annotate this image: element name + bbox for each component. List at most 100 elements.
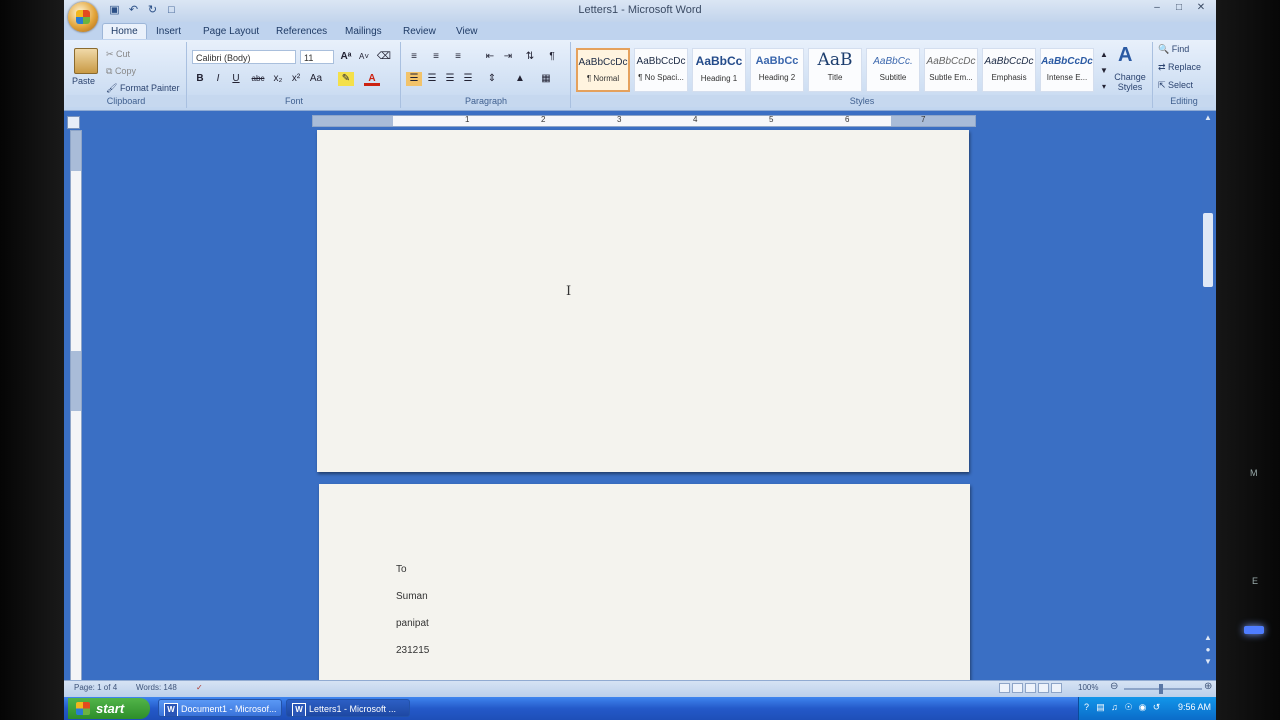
font-family-select[interactable]: Calibri (Body): [192, 50, 296, 64]
office-button[interactable]: [68, 2, 98, 32]
styles-scroll-down-icon[interactable]: ▼: [1096, 64, 1112, 78]
replace-button[interactable]: ⇄ Replace: [1158, 62, 1201, 73]
subscript-button[interactable]: x₂: [270, 72, 286, 86]
web-layout-icon[interactable]: [1025, 683, 1036, 693]
numbering-icon[interactable]: ≡: [428, 50, 444, 64]
italic-button[interactable]: I: [210, 72, 226, 86]
multilevel-list-icon[interactable]: ≡: [450, 50, 466, 64]
style-title[interactable]: AaB Title: [808, 48, 862, 92]
clear-formatting-icon[interactable]: ⌫: [376, 50, 392, 64]
style-subtle-emphasis[interactable]: AaBbCcDc Subtle Em...: [924, 48, 978, 92]
bullets-icon[interactable]: ≡: [406, 50, 422, 64]
font-size-select[interactable]: 11: [300, 50, 334, 64]
style-intense-emphasis[interactable]: AaBbCcDc Intense E...: [1040, 48, 1094, 92]
styles-more-icon[interactable]: ▾: [1096, 80, 1112, 94]
scroll-thumb[interactable]: [1203, 213, 1213, 287]
proofing-icon[interactable]: ✓: [196, 683, 203, 692]
tab-page-layout[interactable]: Page Layout: [195, 24, 267, 39]
speaker-icon[interactable]: ♫: [1109, 702, 1120, 713]
cut-button[interactable]: ✂ Cut: [106, 49, 130, 60]
style-name: Subtitle: [879, 73, 907, 82]
style-sample: AaBbCcDc: [926, 56, 976, 67]
tab-review[interactable]: Review: [395, 24, 444, 39]
paste-button[interactable]: Paste: [72, 76, 95, 86]
start-button[interactable]: start: [68, 698, 150, 719]
scroll-up-icon[interactable]: ▲: [1202, 113, 1214, 123]
full-screen-reading-icon[interactable]: [1012, 683, 1023, 693]
decrease-indent-icon[interactable]: ⇤: [482, 50, 498, 64]
style-emphasis[interactable]: AaBbCcDc Emphasis: [982, 48, 1036, 92]
paragraph-group: ≡ ≡ ≡ ⇤ ⇥ ⇅ ¶ ☰ ☰ ☰ ☰ ⇕ ▲ ▦ Paragraph: [402, 42, 571, 108]
bold-button[interactable]: B: [192, 72, 208, 86]
document-page-1[interactable]: I: [317, 130, 969, 472]
style-heading-2[interactable]: AaBbCc Heading 2: [750, 48, 804, 92]
tab-references[interactable]: References: [268, 24, 335, 39]
change-styles-button[interactable]: Change Styles: [1112, 72, 1148, 92]
select-button[interactable]: ⇱ Select: [1158, 80, 1193, 91]
select-browse-object-icon[interactable]: ●: [1202, 645, 1214, 655]
network-icon[interactable]: ▤: [1095, 702, 1106, 713]
change-styles-icon[interactable]: A: [1118, 44, 1132, 67]
security-icon[interactable]: ☉: [1123, 702, 1134, 713]
grow-font-icon[interactable]: Aᵃ: [338, 50, 354, 64]
justify-icon[interactable]: ☰: [460, 72, 476, 86]
line-spacing-icon[interactable]: ⇕: [484, 72, 500, 86]
tab-mailings[interactable]: Mailings: [337, 24, 390, 39]
update-icon[interactable]: ↺: [1151, 702, 1162, 713]
zoom-out-icon[interactable]: ⊖: [1110, 681, 1118, 692]
text-cursor-icon: I: [566, 284, 572, 299]
font-color-icon[interactable]: A: [364, 72, 380, 86]
paste-icon[interactable]: [74, 48, 98, 74]
change-case-button[interactable]: Aa: [308, 72, 324, 86]
previous-page-icon[interactable]: ▲: [1202, 633, 1214, 643]
sort-icon[interactable]: ⇅: [522, 50, 538, 64]
zoom-in-icon[interactable]: ⊕: [1204, 681, 1212, 692]
underline-button[interactable]: U: [228, 72, 244, 86]
outline-icon[interactable]: [1038, 683, 1049, 693]
next-page-icon[interactable]: ▼: [1202, 657, 1214, 667]
increase-indent-icon[interactable]: ⇥: [500, 50, 516, 64]
horizontal-ruler[interactable]: 1 2 3 4 5 6 7: [312, 115, 976, 127]
show-formatting-icon[interactable]: ¶: [544, 50, 560, 64]
draft-icon[interactable]: [1051, 683, 1062, 693]
tab-view[interactable]: View: [448, 24, 486, 39]
highlight-icon[interactable]: ✎: [338, 72, 354, 86]
tab-selector-icon[interactable]: [67, 116, 80, 129]
taskbar-item-document1[interactable]: Document1 - Microsof...: [158, 699, 282, 717]
style-no-spacing[interactable]: AaBbCcDc ¶ No Spaci...: [634, 48, 688, 92]
document-page-2[interactable]: To Suman panipat 231215: [319, 484, 970, 684]
borders-icon[interactable]: ▦: [538, 72, 554, 86]
app-tray-icon[interactable]: ◉: [1137, 702, 1148, 713]
style-name: Heading 2: [758, 73, 796, 82]
strikethrough-button[interactable]: abc: [250, 72, 266, 86]
align-left-icon[interactable]: ☰: [406, 72, 422, 86]
vertical-ruler[interactable]: [70, 130, 82, 682]
style-normal[interactable]: AaBbCcDc ¶ Normal: [576, 48, 630, 92]
copy-button[interactable]: ⧉ Copy: [106, 66, 136, 77]
word-count[interactable]: Words: 148: [136, 683, 177, 692]
style-heading-1[interactable]: AaBbCc Heading 1: [692, 48, 746, 92]
style-subtitle[interactable]: AaBbCc. Subtitle: [866, 48, 920, 92]
superscript-button[interactable]: x²: [288, 72, 304, 86]
maximize-icon[interactable]: □: [1170, 1, 1188, 15]
tab-insert[interactable]: Insert: [148, 24, 189, 39]
help-icon[interactable]: ?: [1081, 702, 1092, 713]
page-count[interactable]: Page: 1 of 4: [74, 683, 117, 692]
letter-line: panipat: [396, 618, 429, 629]
print-layout-icon[interactable]: [999, 683, 1010, 693]
tab-home[interactable]: Home: [102, 23, 147, 39]
align-right-icon[interactable]: ☰: [442, 72, 458, 86]
taskbar-item-letters1[interactable]: Letters1 - Microsoft ...: [286, 699, 410, 717]
vertical-scrollbar[interactable]: ▲ ▲ ● ▼: [1202, 113, 1214, 673]
align-center-icon[interactable]: ☰: [424, 72, 440, 86]
format-painter-button[interactable]: 🖌 Format Painter: [106, 83, 179, 94]
zoom-slider[interactable]: [1124, 684, 1202, 694]
close-icon[interactable]: ✕: [1192, 1, 1210, 15]
shading-icon[interactable]: ▲: [512, 72, 528, 86]
zoom-level[interactable]: 100%: [1078, 683, 1098, 692]
styles-scroll-up-icon[interactable]: ▲: [1096, 48, 1112, 62]
ribbon-tabs: Home Insert Page Layout References Maili…: [64, 22, 1216, 40]
minimize-icon[interactable]: –: [1148, 1, 1166, 15]
shrink-font-icon[interactable]: A˅: [356, 50, 372, 64]
find-button[interactable]: 🔍 Find: [1158, 44, 1189, 55]
